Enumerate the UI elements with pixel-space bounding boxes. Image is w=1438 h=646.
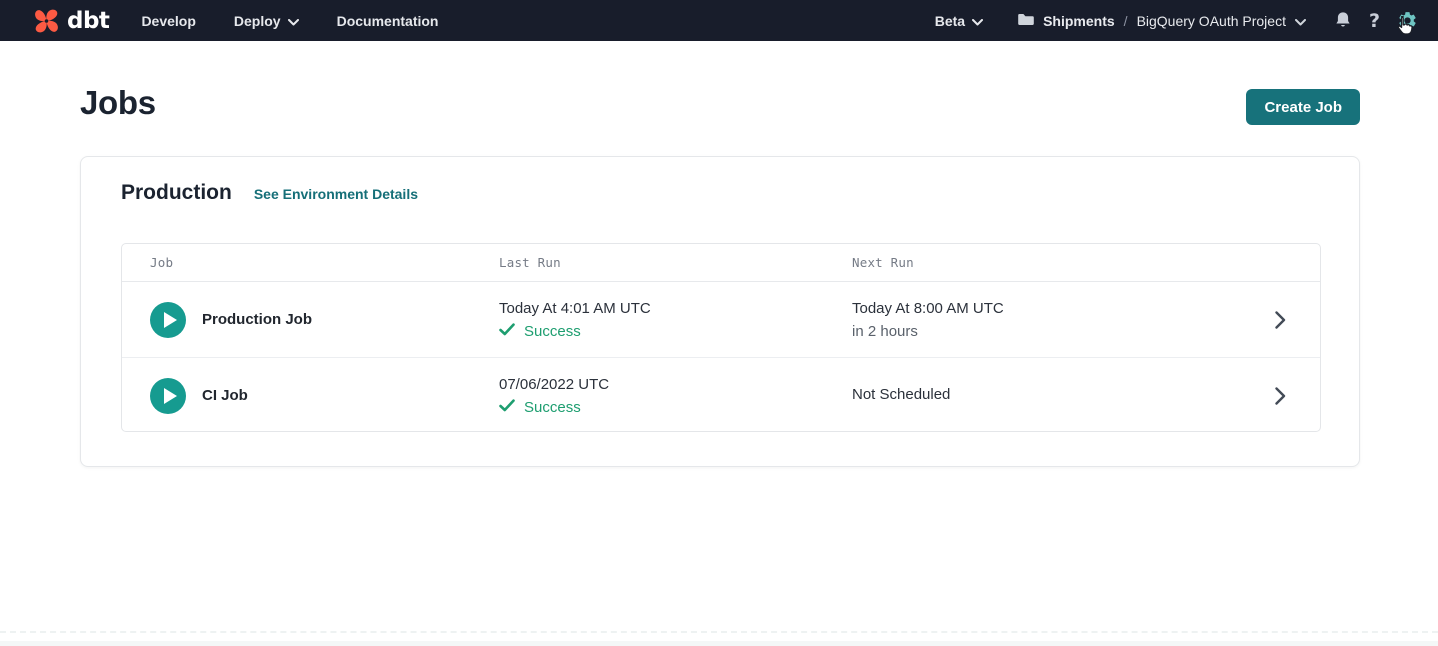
next-run-time: Today At 8:00 AM UTC bbox=[852, 299, 1230, 319]
nav-right-section: Beta Shipments / BigQuery OAuth Project bbox=[935, 10, 1418, 32]
breadcrumb-separator: / bbox=[1124, 13, 1128, 29]
table-header-row: Job Last Run Next Run bbox=[122, 244, 1320, 282]
environment-card-header: Production See Environment Details bbox=[121, 181, 418, 205]
nav-item-develop[interactable]: Develop bbox=[141, 13, 195, 29]
create-job-button[interactable]: Create Job bbox=[1246, 89, 1360, 125]
last-run-status: Success bbox=[524, 323, 581, 340]
footer-strip bbox=[0, 641, 1438, 646]
environment-card: Production See Environment Details Job L… bbox=[80, 156, 1360, 467]
nav-item-deploy[interactable]: Deploy bbox=[234, 13, 299, 29]
nav-item-develop-label: Develop bbox=[141, 13, 195, 29]
settings-gear-icon[interactable] bbox=[1397, 10, 1418, 31]
column-header-job: Job bbox=[150, 255, 499, 270]
next-run-relative: in 2 hours bbox=[852, 323, 1230, 340]
chevron-down-icon bbox=[288, 13, 299, 29]
play-icon bbox=[164, 312, 177, 328]
breadcrumb-account[interactable]: Shipments bbox=[1043, 13, 1115, 29]
top-nav: dbt Develop Deploy Documentation Beta Sh… bbox=[0, 0, 1438, 41]
table-row-ci-job[interactable]: CI Job 07/06/2022 UTC Success Not Schedu… bbox=[122, 358, 1320, 432]
run-play-button[interactable] bbox=[150, 378, 186, 414]
dbt-logo[interactable]: dbt bbox=[30, 6, 109, 36]
last-run-time: Today At 4:01 AM UTC bbox=[499, 299, 852, 319]
jobs-table: Job Last Run Next Run Production Job Tod… bbox=[121, 243, 1321, 432]
page-bottom-divider bbox=[0, 631, 1438, 633]
last-run-status: Success bbox=[524, 399, 581, 416]
environment-name: Production bbox=[121, 181, 232, 205]
dbt-logo-icon bbox=[30, 6, 63, 36]
page-title: Jobs bbox=[80, 84, 156, 122]
chevron-down-icon bbox=[972, 13, 983, 29]
chevron-down-icon[interactable] bbox=[1295, 13, 1306, 29]
folder-icon bbox=[1017, 12, 1035, 30]
column-header-next-run: Next Run bbox=[852, 255, 1230, 270]
breadcrumb-project[interactable]: BigQuery OAuth Project bbox=[1137, 13, 1286, 29]
nav-item-documentation-label: Documentation bbox=[337, 13, 439, 29]
help-question-icon[interactable]: ? bbox=[1369, 10, 1380, 32]
nav-item-deploy-label: Deploy bbox=[234, 13, 281, 29]
job-name[interactable]: CI Job bbox=[202, 387, 248, 404]
beta-dropdown[interactable]: Beta bbox=[935, 13, 983, 29]
breadcrumb: Shipments / BigQuery OAuth Project bbox=[1017, 12, 1306, 30]
row-chevron-right-icon[interactable] bbox=[1275, 311, 1286, 329]
success-check-icon bbox=[499, 323, 515, 340]
column-header-last-run: Last Run bbox=[499, 255, 852, 270]
row-chevron-right-icon[interactable] bbox=[1275, 387, 1286, 405]
play-icon bbox=[164, 388, 177, 404]
table-row-production-job[interactable]: Production Job Today At 4:01 AM UTC Succ… bbox=[122, 282, 1320, 358]
job-name[interactable]: Production Job bbox=[202, 311, 312, 328]
dbt-logo-text: dbt bbox=[67, 8, 109, 34]
next-run-time: Not Scheduled bbox=[852, 385, 1230, 405]
success-check-icon bbox=[499, 399, 515, 416]
notifications-bell-icon[interactable] bbox=[1334, 11, 1352, 30]
nav-icon-group: ? bbox=[1334, 10, 1418, 32]
see-environment-details-link[interactable]: See Environment Details bbox=[254, 186, 418, 202]
run-play-button[interactable] bbox=[150, 302, 186, 338]
beta-label: Beta bbox=[935, 13, 965, 29]
nav-item-documentation[interactable]: Documentation bbox=[337, 13, 439, 29]
last-run-time: 07/06/2022 UTC bbox=[499, 375, 852, 395]
